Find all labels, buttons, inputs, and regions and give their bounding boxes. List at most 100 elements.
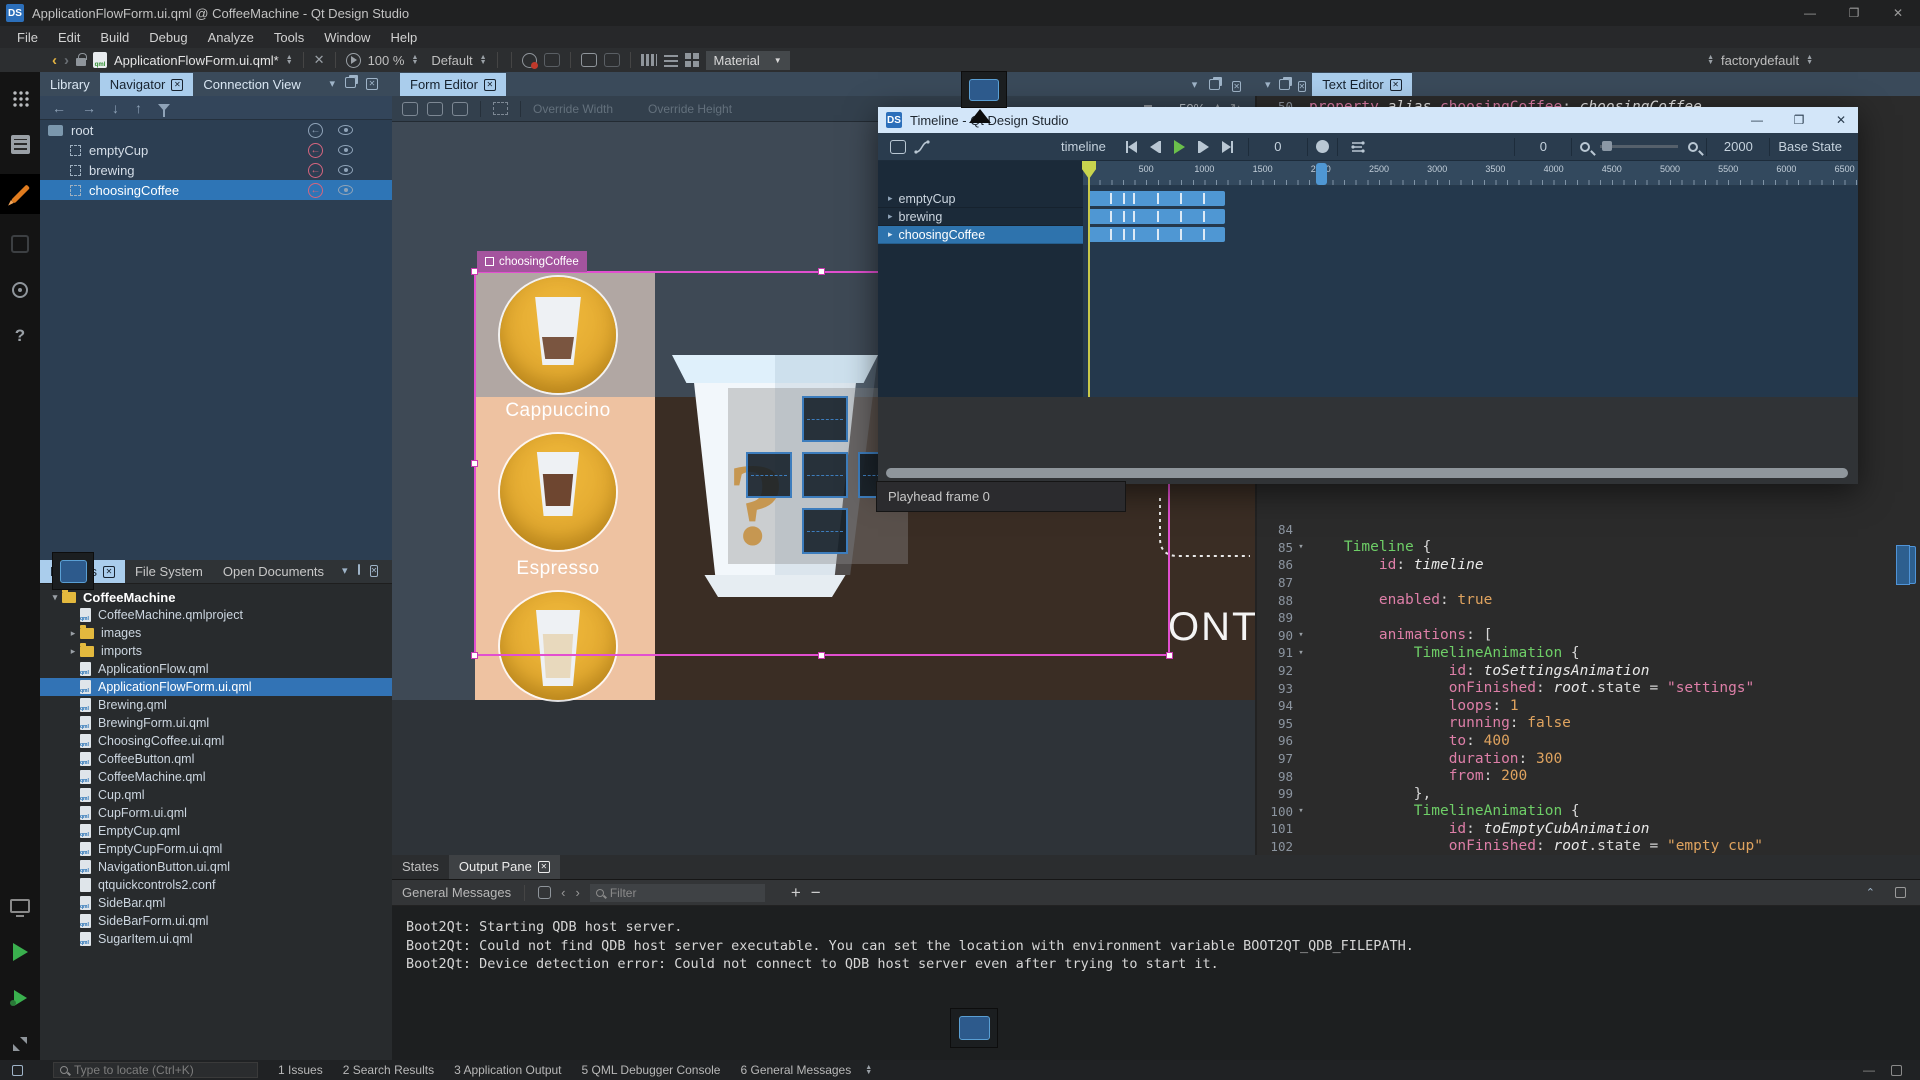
tab-file-system[interactable]: File System [125,560,213,583]
status-pane-button[interactable]: 2 Search Results [343,1063,434,1077]
project-file-SideBar.qml[interactable]: SideBar.qml [40,894,392,912]
tab-form-editor[interactable]: Form Editor✕ [400,73,506,96]
float-panel-icon[interactable] [1209,79,1220,90]
code-line[interactable]: 92 id: toSettingsAnimation [1257,662,1920,680]
status-pane-button[interactable]: 3 Application Output [454,1063,561,1077]
virtual-bounds-icon[interactable] [493,102,508,115]
project-file-CoffeeMachine[interactable]: ▾CoffeeMachine [40,588,392,606]
curve-picker-icon[interactable] [910,136,934,158]
code-line[interactable]: 88 enabled: true [1257,591,1920,609]
base-state-button[interactable]: Base State [1778,139,1842,154]
visibility-eye-icon[interactable] [338,185,353,195]
bounds-icon[interactable] [581,53,597,67]
continue-button-partial[interactable]: ONTI [1168,605,1255,650]
prev-frame-icon[interactable] [1144,136,1168,158]
design-pencil-icon[interactable] [0,174,40,214]
timeline-scrollbar[interactable] [886,468,1848,478]
selection-handle[interactable] [1166,652,1173,659]
export-anchor-icon[interactable] [402,102,418,116]
next-frame-icon[interactable] [1192,136,1216,158]
keyframe-icon[interactable] [1110,211,1112,222]
project-file-EmptyCup.qml[interactable]: EmptyCup.qml [40,822,392,840]
live-preview-icon[interactable] [346,53,361,68]
visibility-eye-icon[interactable] [338,125,353,135]
tab-output-pane[interactable]: Output Pane✕ [449,855,560,879]
keyframe-icon[interactable] [1110,193,1112,204]
to-start-icon[interactable] [1120,136,1144,158]
project-file-SugarItem.ui.qml[interactable]: SugarItem.ui.qml [40,930,392,948]
export-icon[interactable]: ← [308,123,323,138]
code-line[interactable]: 93 onFinished: root.state = "settings" [1257,679,1920,697]
panes-stepper-icon[interactable]: ▲▼ [865,1065,872,1075]
navigator-item-choosingCoffee[interactable]: choosingCoffee← [40,180,392,200]
project-file-ApplicationFlow.qml[interactable]: ApplicationFlow.qml [40,660,392,678]
expand-arrow-icon[interactable]: ▸ [888,211,893,222]
menu-debug[interactable]: Debug [140,28,196,47]
record-icon[interactable] [1316,140,1329,153]
navigator-item-root[interactable]: root← [40,120,392,140]
chevron-down-icon[interactable]: ▾ [329,77,335,90]
code-line[interactable]: 100▾ TimelineAnimation { [1257,803,1920,821]
navigator-item-emptyCup[interactable]: emptyCup← [40,140,392,160]
project-file-CupForm.ui.qml[interactable]: CupForm.ui.qml [40,804,392,822]
expand-arrow-icon[interactable]: ▸ [888,229,893,240]
override-width-field[interactable]: Override Width [533,102,613,116]
output-panes-icon[interactable] [1891,1065,1902,1076]
keyframe-icon[interactable] [1157,229,1159,240]
project-file-Brewing.qml[interactable]: Brewing.qml [40,696,392,714]
close-tab-icon[interactable]: ✕ [538,861,550,873]
locator-input[interactable]: Type to locate (Ctrl+K) [53,1062,258,1078]
keyframe-icon[interactable] [1203,229,1205,240]
menu-window[interactable]: Window [315,28,379,47]
export-icon[interactable]: ← [308,163,323,178]
forward-icon[interactable]: › [64,52,69,69]
output-messages[interactable]: Boot2Qt: Starting QDB host server.Boot2Q… [392,906,1920,974]
minimize-button[interactable]: — [1788,0,1832,26]
document-dropdown-icon[interactable]: ▲▼ [286,55,293,65]
clean-icon[interactable] [538,886,551,899]
chevron-down-icon[interactable]: ▾ [1192,78,1198,91]
maximize-button[interactable]: ❐ [1832,0,1876,26]
close-panel-icon[interactable]: ✕ [1298,80,1307,92]
fold-marker-icon[interactable]: ▾ [1293,806,1309,816]
end-frame-marker[interactable] [1316,163,1327,185]
code-line[interactable]: 102 onFinished: root.state = "empty cup" [1257,838,1920,855]
timeline-minimize-button[interactable]: — [1740,107,1774,133]
end-frame-field[interactable]: 2000 [1715,139,1761,154]
code-line[interactable]: 90▾ animations: [ [1257,627,1920,645]
code-line[interactable]: 85▾ Timeline { [1257,539,1920,557]
navigator-item-brewing[interactable]: brewing← [40,160,392,180]
keyframe-icon[interactable] [1133,211,1135,222]
keyframe-icon[interactable] [1180,229,1182,240]
expand-arrow-icon[interactable]: ▸ [888,193,893,204]
timeline-window[interactable]: DS Timeline - Qt Design Studio — ❐ ✕ tim… [878,107,1858,484]
chevron-down-icon[interactable]: ▾ [1265,78,1271,91]
extras-icon[interactable] [4,228,36,260]
keyframe-icon[interactable] [1157,211,1159,222]
timeline-titlebar[interactable]: DS Timeline - Qt Design Studio — ❐ ✕ [878,107,1858,133]
toggle-sidebar-icon[interactable] [12,1065,23,1076]
visibility-eye-icon[interactable] [338,145,353,155]
anchor-vertical-icon[interactable] [427,102,443,116]
menu-tools[interactable]: Tools [265,28,313,47]
export-icon[interactable]: ← [308,183,323,198]
zoom-in-icon[interactable] [1688,142,1698,152]
timeline-settings-icon[interactable] [886,136,910,158]
editor-scrollbar-handle[interactable] [1896,545,1910,585]
timeline-track-brewing[interactable]: ▸brewing [878,208,1083,226]
menu-edit[interactable]: Edit [49,28,89,47]
zoom-out-text-icon[interactable]: − [811,883,821,903]
expand-arrow-icon[interactable]: ▾ [48,592,62,603]
selection-handle[interactable] [471,652,478,659]
keyframe-icon[interactable] [1133,193,1135,204]
rows-view-icon[interactable] [664,53,678,67]
timeline-section-bar[interactable] [1088,227,1225,242]
status-pane-button[interactable]: 5 QML Debugger Console [582,1063,721,1077]
lock-icon[interactable] [76,58,86,66]
columns-view-icon[interactable] [641,54,657,66]
zoom-expand-icon[interactable] [4,1028,36,1060]
progress-icon[interactable]: — [1863,1063,1875,1077]
tab-text-editor[interactable]: Text Editor✕ [1312,73,1411,96]
keyframe-icon[interactable] [1203,193,1205,204]
keyframe-icon[interactable] [1123,211,1125,222]
